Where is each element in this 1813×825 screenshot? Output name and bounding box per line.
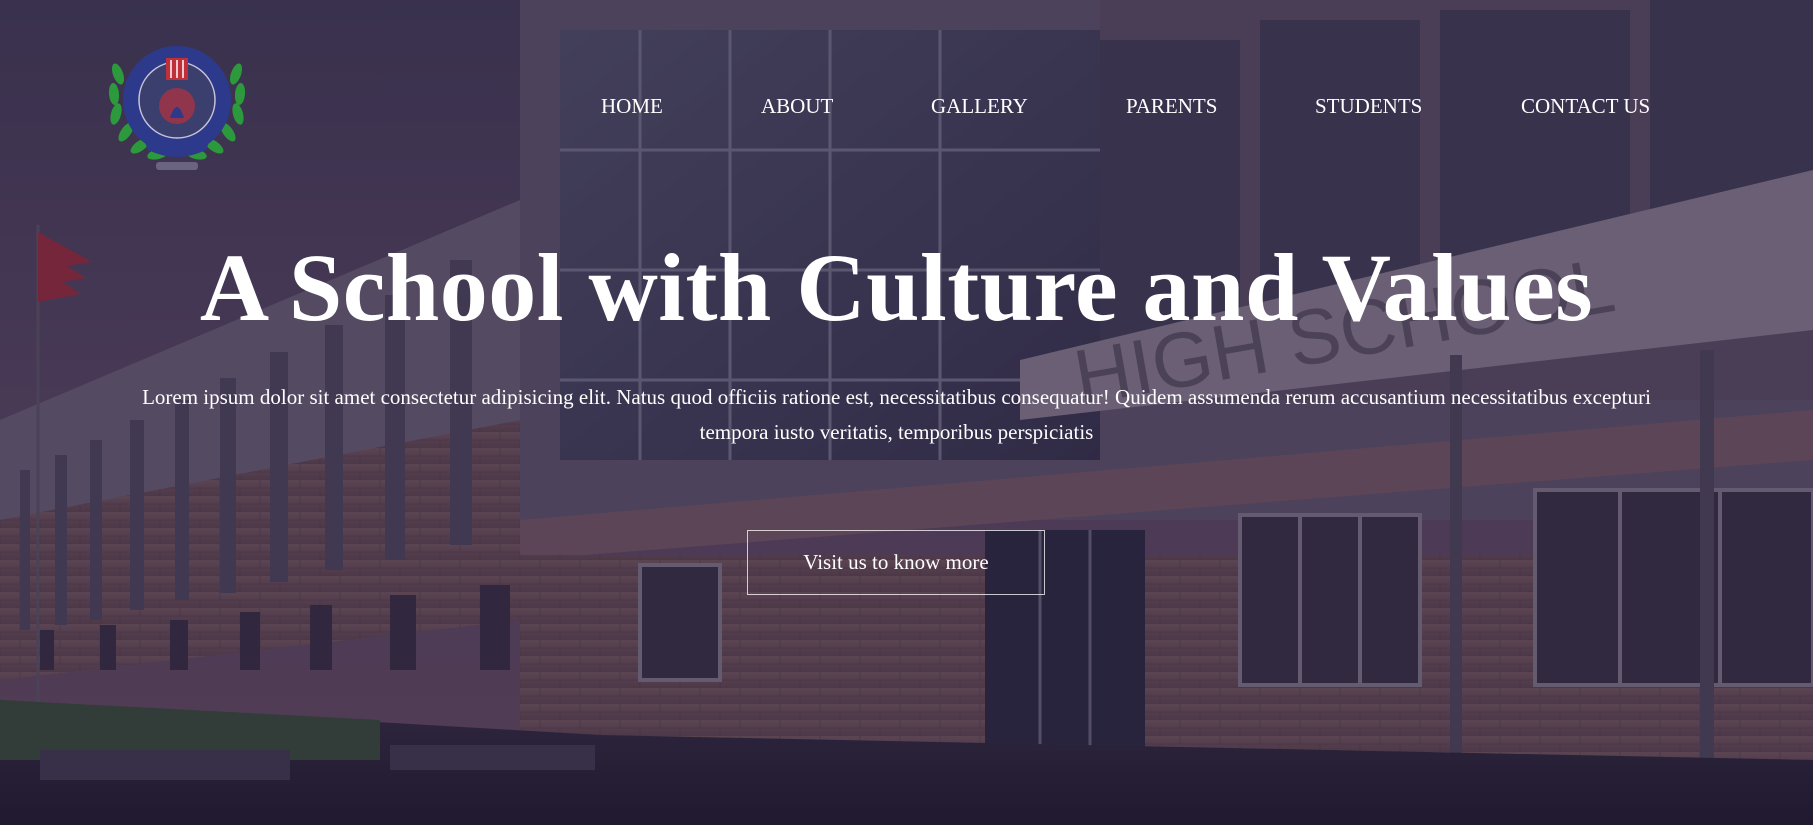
visit-us-button[interactable]: Visit us to know more — [747, 530, 1045, 595]
hero-headline: A School with Culture and Values — [199, 234, 1594, 341]
nav-item-parents[interactable]: PARENTS — [1126, 94, 1217, 119]
nav-item-students[interactable]: STUDENTS — [1315, 94, 1422, 119]
hero-section: HIGH SCHOOL HOME ABOUT GALLERY PARENTS S… — [0, 0, 1813, 825]
nav-item-gallery[interactable]: GALLERY — [931, 94, 1028, 119]
main-nav: HOME ABOUT GALLERY PARENTS STUDENTS CONT… — [0, 94, 1813, 124]
nav-item-home[interactable]: HOME — [601, 94, 663, 119]
nav-item-about[interactable]: ABOUT — [761, 94, 833, 119]
nav-item-contact-us[interactable]: CONTACT US — [1521, 94, 1650, 119]
hero-lead-text: Lorem ipsum dolor sit amet consectetur a… — [142, 385, 1651, 444]
